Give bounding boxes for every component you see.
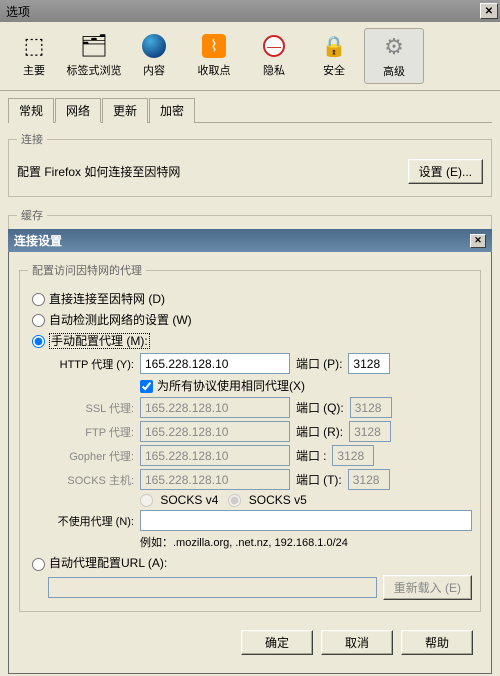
- socks-v4-radio: SOCKS v4: [140, 493, 218, 507]
- tab-update[interactable]: 更新: [102, 98, 148, 123]
- toolbar-advanced[interactable]: ⚙高级: [364, 28, 424, 84]
- sub-tabs: 常规 网络 更新 加密: [8, 97, 492, 123]
- globe-icon: [126, 32, 182, 60]
- noproxy-label: 不使用代理 (N):: [48, 513, 134, 529]
- close-icon[interactable]: ✕: [480, 3, 498, 19]
- toolbar-feeds[interactable]: ⌇收取点: [184, 28, 244, 84]
- http-host-input[interactable]: [140, 353, 290, 374]
- ssl-label: SSL 代理:: [48, 400, 134, 416]
- radio-manual[interactable]: 手动配置代理 (M):: [32, 334, 150, 348]
- gopher-port-label: 端口 :: [296, 447, 326, 464]
- shared-checkbox[interactable]: 为所有协议使用相同代理(X): [140, 377, 305, 394]
- ok-button[interactable]: 确定: [241, 630, 313, 655]
- ftp-label: FTP 代理:: [48, 424, 134, 440]
- cancel-button[interactable]: 取消: [321, 630, 393, 655]
- modal-title: 连接设置: [14, 232, 62, 249]
- toolbar-tabs[interactable]: 🗂标签式浏览: [64, 28, 124, 84]
- socks-v5-radio: SOCKS v5: [228, 493, 306, 507]
- ssl-host-input: [140, 397, 290, 418]
- http-label: HTTP 代理 (Y):: [48, 356, 134, 372]
- modal-titlebar: 连接设置 ✕: [8, 229, 492, 252]
- lock-icon: 🔒: [306, 32, 362, 60]
- tab-network[interactable]: 网络: [55, 98, 101, 123]
- slider-icon: ⬚: [6, 32, 62, 60]
- toolbar-security[interactable]: 🔒安全: [304, 28, 364, 84]
- ftp-port-label: 端口 (R):: [296, 423, 343, 440]
- socks-host-input: [140, 469, 290, 490]
- socks-port-input: [348, 469, 390, 490]
- proxy-config-group: 配置访问因特网的代理 直接连接至因特网 (D) 自动检测此网络的设置 (W) 手…: [19, 262, 481, 612]
- reload-button: 重新载入 (E): [383, 575, 472, 600]
- connection-desc: 配置 Firefox 如何连接至因特网: [17, 163, 180, 180]
- toolbar-privacy[interactable]: —隐私: [244, 28, 304, 84]
- options-titlebar: 选项 ✕: [0, 0, 500, 22]
- auto-url-input: [48, 577, 377, 598]
- tabs-icon: 🗂: [66, 32, 122, 60]
- socks-port-label: 端口 (T):: [296, 471, 342, 488]
- main-toolbar: ⬚主要 🗂标签式浏览 内容 ⌇收取点 —隐私 🔒安全 ⚙高级: [0, 22, 500, 91]
- ftp-host-input: [140, 421, 290, 442]
- help-button[interactable]: 帮助: [401, 630, 473, 655]
- http-port-input[interactable]: [348, 353, 390, 374]
- cache-legend: 缓存: [17, 207, 47, 223]
- radio-auto[interactable]: 自动检测此网络的设置 (W): [32, 313, 192, 327]
- toolbar-content[interactable]: 内容: [124, 28, 184, 84]
- connection-legend: 连接: [17, 131, 47, 147]
- gopher-host-input: [140, 445, 290, 466]
- radio-auto-url[interactable]: 自动代理配置URL (A):: [32, 556, 167, 570]
- modal-close-icon[interactable]: ✕: [470, 234, 486, 248]
- ftp-port-input: [349, 421, 391, 442]
- gopher-port-input: [332, 445, 374, 466]
- privacy-icon: —: [246, 32, 302, 60]
- tab-general[interactable]: 常规: [8, 98, 54, 123]
- tab-encryption[interactable]: 加密: [149, 98, 195, 123]
- modal-footer: 确定 取消 帮助: [19, 622, 481, 663]
- socks-label: SOCKS 主机:: [48, 472, 134, 488]
- http-port-label: 端口 (P):: [296, 355, 342, 372]
- noproxy-input[interactable]: [140, 510, 472, 531]
- rss-icon: ⌇: [186, 32, 242, 60]
- ssl-port-label: 端口 (Q):: [296, 399, 344, 416]
- window-title: 选项: [6, 3, 30, 20]
- toolbar-main[interactable]: ⬚主要: [4, 28, 64, 84]
- gear-icon: ⚙: [367, 33, 421, 61]
- ssl-port-input: [350, 397, 392, 418]
- cache-group: 缓存: [8, 207, 492, 231]
- proxy-legend: 配置访问因特网的代理: [28, 262, 146, 278]
- noproxy-example: 例如：.mozilla.org, .net.nz, 192.168.1.0/24: [140, 534, 348, 550]
- gopher-label: Gopher 代理:: [48, 448, 134, 464]
- radio-direct[interactable]: 直接连接至因特网 (D): [32, 292, 165, 306]
- settings-button[interactable]: 设置 (E)...: [408, 159, 483, 184]
- connection-group: 连接 配置 Firefox 如何连接至因特网 设置 (E)...: [8, 131, 492, 197]
